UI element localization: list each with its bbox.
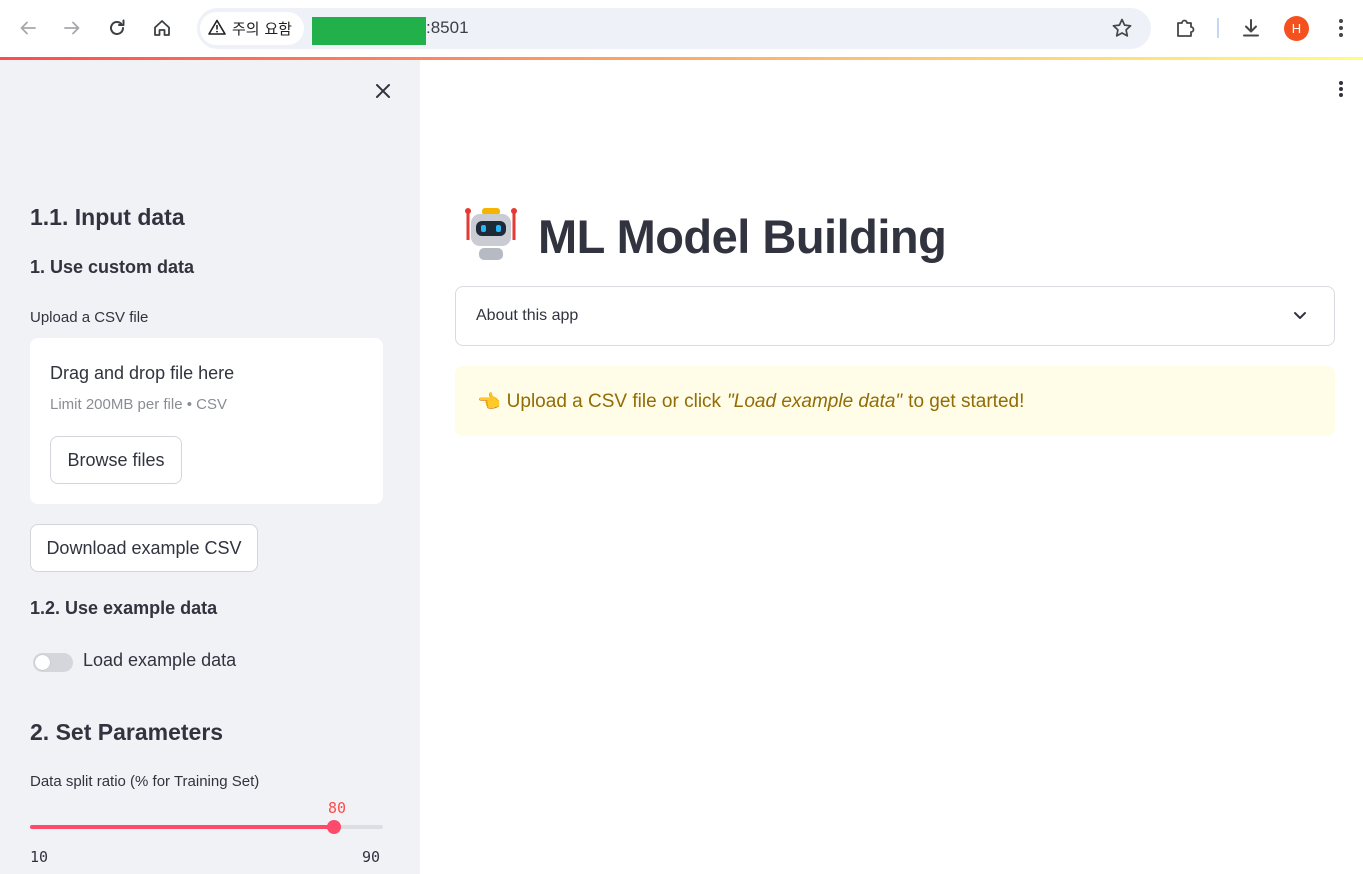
download-example-csv-button[interactable]: Download example CSV (30, 524, 258, 572)
reload-icon[interactable] (103, 14, 131, 42)
custom-data-heading: 1. Use custom data (30, 257, 195, 277)
slider-max: 90 (362, 848, 381, 866)
slider-value: 80 (328, 799, 347, 817)
browser-toolbar: 주의 요함 :8501 H (0, 0, 1363, 57)
slider-thumb[interactable] (326, 820, 341, 834)
chevron-down-icon (1290, 305, 1310, 325)
redacted-host (312, 17, 426, 45)
slider-fill (30, 825, 334, 829)
pointing-hand-icon: 👈 (477, 392, 501, 413)
home-icon[interactable] (148, 14, 176, 42)
page-title: ML Model Building (462, 203, 947, 269)
alert-message: 👈 Upload a CSV file or click "Load examp… (477, 390, 1024, 414)
split-ratio-label: Data split ratio (% for Training Set) (30, 773, 260, 790)
sidebar: 1.1. Input data 1. Use custom data Uploa… (0, 60, 420, 874)
extensions-icon[interactable] (1171, 14, 1199, 42)
alert-text-italic: "Load example data" (727, 391, 903, 412)
expander-label: About this app (476, 307, 579, 324)
dropzone-limit: Limit 200MB per file • CSV (50, 396, 227, 413)
security-chip-label: 주의 요함 (232, 20, 292, 38)
back-icon[interactable] (14, 14, 42, 42)
url-port: :8501 (426, 18, 469, 37)
file-dropzone[interactable]: Drag and drop file here Limit 200MB per … (30, 338, 383, 504)
warning-icon (208, 19, 226, 39)
alert-text-before: Upload a CSV file or click (506, 391, 722, 412)
example-data-heading: 1.2. Use example data (30, 598, 218, 618)
more-vert-icon[interactable] (1327, 14, 1355, 42)
upload-label: Upload a CSV file (30, 309, 149, 326)
section-heading-input: 1.1. Input data (30, 204, 185, 230)
browse-files-button[interactable]: Browse files (50, 436, 182, 484)
dropzone-title: Drag and drop file here (50, 363, 235, 383)
robot-icon (462, 206, 520, 267)
forward-icon[interactable] (58, 14, 86, 42)
set-parameters-heading: 2. Set Parameters (30, 719, 224, 745)
address-bar[interactable]: 주의 요함 :8501 (197, 8, 1151, 49)
slider-min: 10 (30, 848, 49, 866)
about-expander[interactable]: About this app (455, 286, 1335, 346)
alert-text-after: to get started! (908, 391, 1025, 412)
info-alert: 👈 Upload a CSV file or click "Load examp… (455, 366, 1335, 436)
profile-avatar[interactable]: H (1284, 16, 1309, 41)
load-example-label: Load example data (83, 650, 237, 670)
close-sidebar-icon[interactable] (371, 79, 395, 103)
download-icon[interactable] (1237, 14, 1265, 42)
main-menu-icon[interactable] (1333, 78, 1349, 100)
load-example-toggle[interactable] (33, 653, 73, 672)
toolbar-divider (1217, 18, 1219, 38)
page-title-text: ML Model Building (538, 209, 947, 263)
security-chip[interactable]: 주의 요함 (200, 12, 304, 45)
star-icon[interactable] (1111, 17, 1135, 41)
toggle-knob (35, 655, 50, 670)
